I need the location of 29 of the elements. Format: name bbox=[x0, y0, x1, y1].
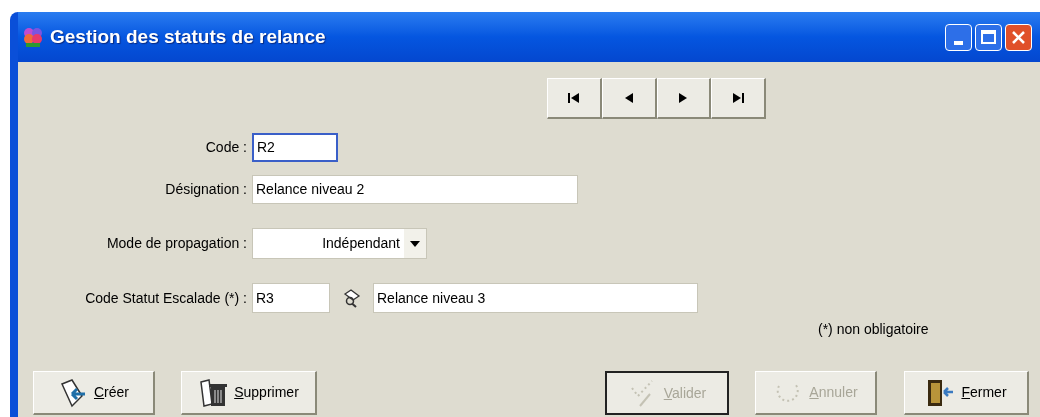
maximize-icon bbox=[981, 30, 996, 44]
designation-field[interactable]: Relance niveau 2 bbox=[252, 175, 578, 204]
field-label: Désignation : bbox=[164, 180, 248, 199]
escalation-description-field[interactable]: Relance niveau 3 bbox=[373, 283, 698, 313]
close-icon bbox=[1011, 29, 1026, 45]
last-record-button[interactable] bbox=[711, 78, 766, 119]
dropdown-arrow-icon bbox=[410, 240, 420, 247]
propagation-dropdown[interactable]: Indépendant bbox=[252, 228, 427, 259]
code-field[interactable]: R2 bbox=[252, 133, 338, 162]
escalation-code-field[interactable]: R3 bbox=[252, 283, 330, 313]
right-arrow-icon bbox=[730, 90, 747, 106]
close-button[interactable] bbox=[1005, 23, 1032, 51]
document-arrow-icon bbox=[58, 377, 88, 408]
minimize-icon bbox=[954, 40, 963, 45]
close-form-button[interactable]: Fermer bbox=[904, 371, 1029, 415]
window-title: Gestion des statuts de relance bbox=[50, 24, 326, 49]
door-icon bbox=[925, 377, 956, 408]
delete-button[interactable]: Supprimer bbox=[181, 371, 317, 415]
field-label: Mode de propagation : bbox=[105, 234, 248, 253]
note-text: (*) non obligatoire bbox=[818, 320, 929, 339]
field-label: Code Statut Escalade (*) : bbox=[84, 288, 248, 308]
flower-icon bbox=[22, 26, 44, 48]
minimize-button[interactable] bbox=[945, 23, 972, 51]
create-button[interactable]: Créer bbox=[33, 371, 155, 415]
trash-icon bbox=[198, 377, 229, 408]
maximize-button[interactable] bbox=[975, 23, 1002, 51]
first-record-button[interactable] bbox=[547, 78, 602, 119]
left-arrow-icon bbox=[565, 90, 582, 106]
field-label: Code : bbox=[204, 138, 248, 157]
